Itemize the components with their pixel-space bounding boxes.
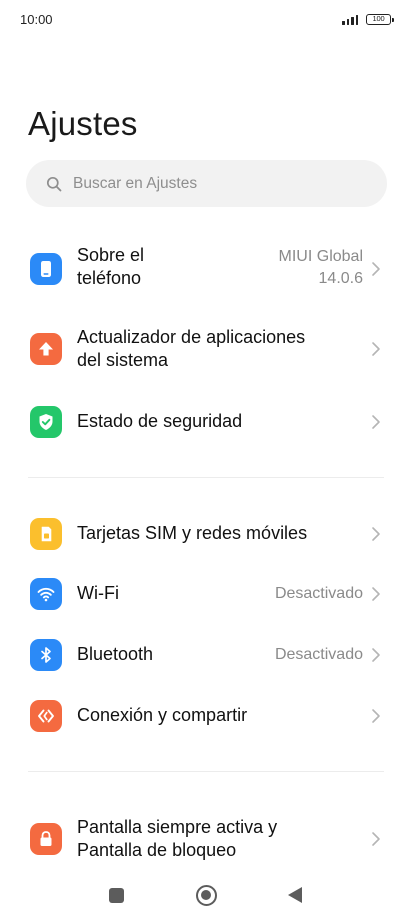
settings-item-wifi[interactable]: Wi-Fi Desactivado: [0, 569, 413, 619]
wifi-label: Wi-Fi: [77, 583, 119, 603]
home-icon[interactable]: [196, 885, 217, 906]
wifi-status-value: Desactivado: [274, 585, 363, 602]
chevron-right-icon: [372, 648, 380, 662]
about-value-line1: MIUI Global: [278, 248, 363, 265]
chevron-right-icon: [372, 709, 380, 723]
settings-item-about-phone[interactable]: Sobre el teléfono MIUI Global 14.0.6: [0, 241, 413, 297]
settings-item-label: Sobre el teléfono: [77, 244, 144, 290]
battery-level: 100: [372, 14, 385, 23]
about-label-line1: Sobre el: [77, 245, 145, 265]
recents-icon[interactable]: [109, 888, 124, 903]
connection-share-icon: [30, 700, 62, 732]
lock-label-line2: Pantalla de bloqueo: [77, 840, 237, 860]
bluetooth-icon: [30, 639, 62, 671]
settings-item-connection-sharing[interactable]: Conexión y compartir: [0, 691, 413, 741]
settings-item-label: Pantalla siempre activa y Pantalla de bl…: [77, 816, 277, 862]
sim-label: Tarjetas SIM y redes móviles: [77, 523, 308, 543]
search-bar[interactable]: Buscar en Ajustes: [26, 160, 387, 207]
lock-label-line1: Pantalla siempre activa y: [77, 817, 278, 837]
section-divider: [28, 771, 384, 772]
battery-icon: 100: [366, 14, 394, 25]
bluetooth-status-value: Desactivado: [274, 646, 363, 663]
chevron-right-icon: [372, 262, 380, 276]
settings-item-system-updater[interactable]: Actualizador de aplicaciones del sistema: [0, 324, 413, 374]
signal-strength-icon: [342, 13, 362, 25]
settings-item-lock-screen[interactable]: Pantalla siempre activa y Pantalla de bl…: [0, 814, 413, 864]
about-label-line2: teléfono: [77, 268, 142, 288]
chevron-right-icon: [372, 415, 380, 429]
settings-item-sim-cards[interactable]: Tarjetas SIM y redes móviles: [0, 509, 413, 559]
lock-icon: [30, 823, 62, 855]
shield-check-icon: [30, 406, 62, 438]
settings-item-security-status[interactable]: Estado de seguridad: [0, 397, 413, 447]
update-arrow-icon: [30, 333, 62, 365]
settings-item-label: Actualizador de aplicaciones del sistema: [77, 326, 305, 372]
updater-label-line2: del sistema: [77, 350, 169, 370]
about-value-line2: 14.0.6: [318, 270, 363, 287]
bluetooth-label: Bluetooth: [77, 644, 154, 664]
back-icon[interactable]: [288, 887, 302, 903]
chevron-right-icon: [372, 527, 380, 541]
wifi-icon: [30, 578, 62, 610]
search-placeholder: Buscar en Ajustes: [73, 174, 198, 192]
connection-label: Conexión y compartir: [77, 705, 248, 725]
chevron-right-icon: [372, 832, 380, 846]
security-label: Estado de seguridad: [77, 411, 243, 431]
chevron-right-icon: [372, 587, 380, 601]
about-version-value: MIUI Global 14.0.6: [279, 246, 363, 290]
status-time: 10:00: [20, 12, 53, 27]
settings-item-bluetooth[interactable]: Bluetooth Desactivado: [0, 630, 413, 680]
section-divider: [28, 477, 384, 478]
phone-icon: [30, 253, 62, 285]
navigation-bar: [0, 876, 413, 916]
page-title: Ajustes: [28, 105, 138, 142]
updater-label-line1: Actualizador de aplicaciones: [77, 327, 306, 347]
chevron-right-icon: [372, 342, 380, 356]
status-bar: 10:00 100: [0, 0, 413, 40]
sim-card-icon: [30, 518, 62, 550]
search-icon: [46, 176, 62, 191]
